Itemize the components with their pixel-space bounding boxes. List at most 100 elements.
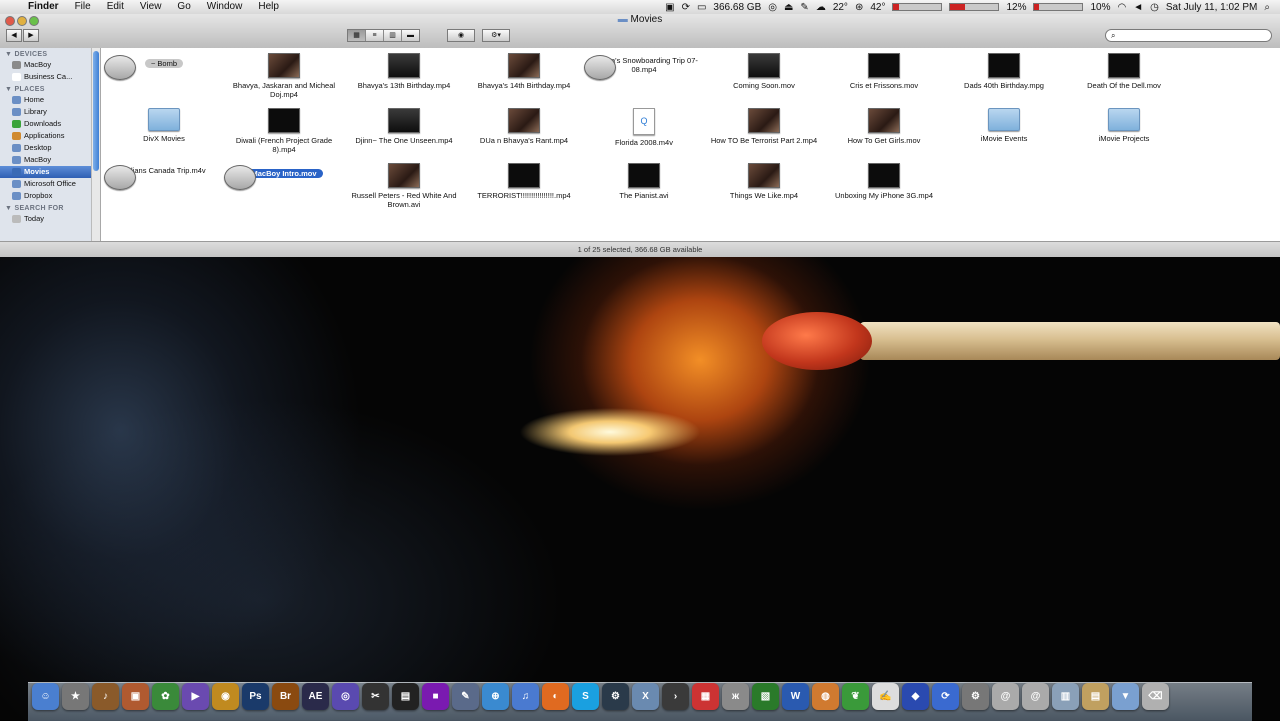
column-view-button[interactable]: ▥ [384,30,402,41]
garageband-icon[interactable]: ♪ [92,683,119,710]
cpu-meter[interactable] [892,3,943,11]
menu-edit[interactable]: Edit [99,0,132,14]
eject-icon[interactable]: ⏏ [784,2,793,13]
file-item[interactable]: MacBoy Intro.mov [224,163,344,190]
sidebar-item-dropbox[interactable]: Dropbox [0,190,100,202]
file-item[interactable]: Diwali (French Project Grade 8).mp4 [224,108,344,154]
file-item[interactable]: Bhavya's 14th Birthday.mp4 [464,53,584,90]
file-item[interactable]: Bhavya's Snowboarding Trip 07-08.mp4 [584,53,704,80]
sidebar-item-macboy[interactable]: MacBoy [0,59,100,71]
fan-icon[interactable]: ⊛ [855,2,863,13]
sidebar-item-home[interactable]: Home [0,94,100,106]
file-item[interactable]: Dads 40th Birthday.mpg [944,53,1064,90]
sidebar-item-library[interactable]: Library [0,106,100,118]
clapper-icon[interactable]: ▤ [392,683,419,710]
purple-app-icon[interactable]: ■ [422,683,449,710]
back-button[interactable]: ◀ [6,29,22,42]
steam-icon[interactable]: ⚙ [602,683,629,710]
imovie-star-icon[interactable]: ★ [62,683,89,710]
after-effects-icon[interactable]: AE [302,683,329,710]
photoshop-icon[interactable]: Ps [242,683,269,710]
forward-button[interactable]: ▶ [23,29,39,42]
pen-app-icon[interactable]: ✎ [452,683,479,710]
word-icon[interactable]: W [782,683,809,710]
menu-file[interactable]: File [67,0,99,14]
sidebar-item-desktop[interactable]: Desktop [0,142,100,154]
meter1-percent[interactable]: 12% [1006,2,1026,13]
sidebar-scrollbar[interactable] [91,48,100,241]
file-item[interactable]: Bhavya, Jaskaran and Micheal Doj.mp4 [224,53,344,99]
clock[interactable]: Sat July 11, 1:02 PM [1166,2,1258,13]
tools-icon[interactable]: ✎ [800,2,808,13]
sidebar-item-business-ca[interactable]: Business Ca... [0,71,100,83]
menu-window[interactable]: Window [199,0,251,14]
sync-icon[interactable]: ⟳ [682,2,690,13]
downloads-stack-icon[interactable]: ▼ [1112,683,1139,710]
file-item[interactable]: Cris et Frissons.mov [824,53,944,90]
ical-icon[interactable]: ▦ [692,683,719,710]
sidebar-item-downloads[interactable]: Downloads [0,118,100,130]
bridge-icon[interactable]: Br [272,683,299,710]
menu-view[interactable]: View [132,0,170,14]
firefox-icon[interactable]: ◐ [542,683,569,710]
vpn-icon[interactable]: ◆ [902,683,929,710]
file-item[interactable]: Q Florida 2008.m4v [584,108,704,147]
file-item[interactable]: Death Of the Dell.mov [1064,53,1184,90]
volume-icon[interactable]: ◄ [1133,2,1143,13]
camera-icon[interactable]: ▣ [665,2,674,13]
file-item[interactable]: DUa n Bhavya's Rant.mp4 [464,108,584,145]
file-item[interactable]: iMovie Events [944,108,1064,143]
cloud-icon[interactable]: ☁ [816,2,826,13]
file-item[interactable]: Things We Like.mp4 [704,163,824,200]
file-item[interactable]: iMovie Projects [1064,108,1184,143]
file-item[interactable]: Coming Soon.mov [704,53,824,90]
mail2-icon[interactable]: @ [1022,683,1049,710]
sidebar-scroll-thumb[interactable] [93,51,99,171]
monitor-icon[interactable]: ▭ [697,2,706,13]
icon-view-button[interactable]: ▦ [348,30,366,41]
x11-icon[interactable]: X [632,683,659,710]
search-field[interactable]: ⌕ [1105,29,1272,42]
memory-meter[interactable] [949,3,1000,11]
sidebar-item-movies[interactable]: Movies [0,166,100,178]
spotlight-icon[interactable]: ⌕ [1264,2,1270,13]
quick-look-button[interactable]: ◉ [447,29,475,42]
photo-frame-icon[interactable]: ▧ [752,683,779,710]
temperature[interactable]: 22° [833,2,848,13]
file-item[interactable]: How TO Be Terrorist Part 2.mp4 [704,108,824,145]
leaf-icon[interactable]: ❦ [842,683,869,710]
file-item[interactable]: DivX Movies [104,108,224,143]
final-cut-icon[interactable]: ✂ [362,683,389,710]
menu-go[interactable]: Go [169,0,198,14]
coverflow-view-button[interactable]: ▬ [402,30,419,41]
photo-booth-icon[interactable]: ◉ [212,683,239,710]
file-item[interactable]: Indians Canada Trip.m4v [104,163,224,190]
sync-icon[interactable]: ⟳ [932,683,959,710]
documents-stack-icon[interactable]: ▤ [1082,683,1109,710]
file-item[interactable]: TERRORIST!!!!!!!!!!!!!!!!.mp4 [464,163,584,200]
finder-icon[interactable]: ☺ [32,683,59,710]
textedit-icon[interactable]: ✍ [872,683,899,710]
trash-icon[interactable]: ⌫ [1142,683,1169,710]
file-item[interactable]: Unboxing My iPhone 3G.mp4 [824,163,944,200]
disk-meter[interactable] [1033,3,1084,11]
octopus-icon[interactable]: ◍ [812,683,839,710]
skype-icon[interactable]: S [572,683,599,710]
bunny-icon[interactable]: ж [722,683,749,710]
file-item[interactable]: ~ Bomb [104,53,224,80]
itunes-icon[interactable]: ♫ [512,683,539,710]
system-preferences-icon[interactable]: ⚙ [962,683,989,710]
cpu-temperature[interactable]: 42° [870,2,885,13]
menu-help[interactable]: Help [250,0,287,14]
iphoto-icon[interactable]: ✿ [152,683,179,710]
file-item[interactable]: Russell Peters - Red White And Brown.avi [344,163,464,209]
meter2-percent[interactable]: 10% [1090,2,1110,13]
list-view-button[interactable]: ≡ [366,30,384,41]
file-item[interactable]: How To Get Girls.mov [824,108,944,145]
sidebar-item-macboy[interactable]: MacBoy [0,154,100,166]
imovie-icon[interactable]: ▶ [182,683,209,710]
terminal-icon[interactable]: › [662,683,689,710]
file-item[interactable]: Bhavya's 13th Birthday.mp4 [344,53,464,90]
action-gear-button[interactable]: ⚙▾ [482,29,510,42]
sidebar-item-microsoft-office[interactable]: Microsoft Office [0,178,100,190]
